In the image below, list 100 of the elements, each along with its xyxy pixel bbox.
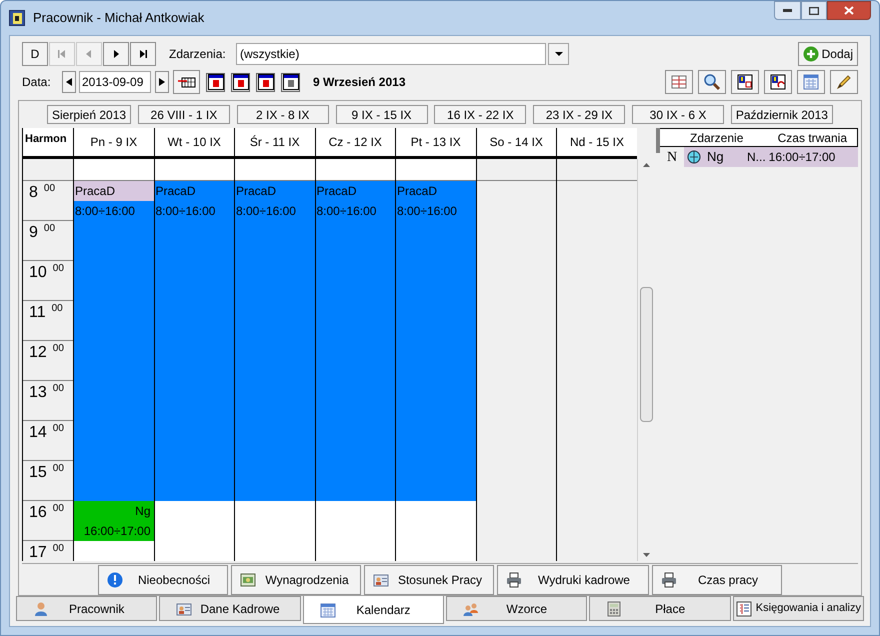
minimize-button[interactable]	[774, 1, 801, 20]
period-button[interactable]: 16 IX - 22 IX	[434, 105, 526, 124]
event-title: PracaD	[235, 183, 278, 200]
event-time: 8:00÷16:00	[396, 203, 458, 220]
column-header: Cz - 12 IX	[316, 128, 396, 156]
calendar-view-button[interactable]	[281, 72, 300, 92]
printer-icon	[661, 572, 677, 588]
calendar-view-button[interactable]	[206, 72, 225, 92]
work-event[interactable]: PracaD 8:00÷16:00	[396, 181, 476, 501]
events-filter-label: Zdarzenia:	[169, 46, 227, 63]
event-time: 8:00÷16:00	[154, 203, 216, 220]
navigation-button[interactable]	[103, 42, 129, 66]
column-header: Czas trwania	[778, 130, 848, 146]
period-button[interactable]: 23 IX - 29 IX	[533, 105, 626, 124]
close-icon	[844, 6, 854, 15]
scroll-up-icon	[642, 163, 650, 167]
navigation-button[interactable]	[130, 42, 156, 66]
event-title: PracaD	[316, 183, 358, 200]
event-time: 8:00÷16:00	[316, 203, 378, 220]
calendar-icon	[232, 74, 248, 90]
event-marker: N	[666, 148, 678, 166]
event-row[interactable]: Ng N... 16:00÷17:00	[684, 147, 858, 167]
work-event[interactable]: PracaD 8:00÷16:00	[74, 181, 154, 501]
hour-label: 10 00	[23, 261, 73, 301]
event-time: 8:00÷16:00	[235, 203, 297, 220]
close-button[interactable]	[827, 1, 871, 20]
hour-label: 11 00	[23, 301, 73, 341]
work-event[interactable]: PracaD 8:00÷16:00	[154, 181, 234, 501]
today-button[interactable]	[173, 70, 200, 94]
absence-event[interactable]: Ng 16:00÷17:00	[74, 501, 154, 541]
period-button[interactable]: Sierpień 2013	[47, 105, 132, 124]
event-type: N...	[747, 149, 766, 166]
next-day-button[interactable]	[155, 71, 169, 93]
hour-label: 8 00	[23, 181, 73, 221]
new-button[interactable]: D	[22, 42, 48, 66]
column-header: Wt - 10 IX	[154, 128, 235, 156]
toolbar-button[interactable]	[764, 70, 792, 94]
maximize-icon	[809, 6, 819, 14]
search-icon	[703, 73, 721, 91]
last-icon	[137, 48, 149, 60]
window-title: Pracownik - Michał Antkowiak	[33, 9, 204, 28]
hour-label: 17 00	[23, 541, 73, 561]
next-icon	[159, 78, 165, 86]
calendar-refresh-icon	[769, 73, 787, 91]
tab[interactable]: Księgowania i analizy	[732, 596, 864, 621]
printer-icon	[506, 572, 522, 588]
action-button[interactable]: Stosunek Pracy	[364, 564, 494, 594]
action-button[interactable]: Czas pracy	[652, 564, 782, 594]
period-button[interactable]: 2 IX - 8 IX	[236, 105, 329, 124]
pencil-icon	[835, 73, 853, 91]
period-button[interactable]: 26 VIII - 1 IX	[138, 105, 230, 124]
maximize-button[interactable]	[801, 1, 827, 20]
previous-icon	[66, 78, 72, 86]
tab[interactable]: Wzorce	[446, 596, 588, 621]
calendar-alert-icon	[736, 73, 754, 91]
period-button[interactable]: 30 IX - 6 X	[632, 105, 724, 124]
scrollbar-thumb[interactable]	[640, 287, 652, 422]
date-field[interactable]: 2013-09-09	[79, 71, 151, 93]
action-button[interactable]: Nieobecności	[98, 564, 228, 594]
clock-icon	[687, 150, 701, 164]
work-event[interactable]: PracaD 8:00÷16:00	[316, 181, 395, 501]
calendar-arrow-icon	[178, 76, 196, 88]
column-header: Pn - 9 IX	[74, 128, 154, 156]
hour-label: 9 00	[23, 221, 73, 261]
event-title: PracaD	[74, 181, 154, 201]
column-header: Pt - 13 IX	[396, 128, 476, 156]
id-card-icon	[373, 572, 389, 588]
hour-label: 16 00	[23, 501, 73, 541]
date-label: Data:	[22, 74, 52, 91]
toolbar-button[interactable]	[698, 70, 726, 94]
previous-day-button[interactable]	[62, 71, 76, 93]
event-title: PracaD	[154, 183, 197, 200]
period-button[interactable]: 9 IX - 15 IX	[336, 105, 428, 124]
period-button[interactable]: Październik 2013	[730, 105, 833, 124]
plus-icon	[802, 46, 819, 62]
column-header: Zdarzenie	[690, 130, 744, 146]
people-icon	[463, 600, 480, 616]
column-header: Śr - 11 IX	[235, 128, 316, 156]
calendar-view-button[interactable]	[256, 72, 275, 92]
tab[interactable]: Płace	[589, 596, 731, 621]
tab[interactable]: Dane Kadrowe	[159, 596, 301, 621]
work-event[interactable]: PracaD 8:00÷16:00	[235, 181, 314, 501]
hour-label: 15 00	[23, 461, 73, 501]
calendar-view-button[interactable]	[231, 72, 250, 92]
column-header: Harmon	[23, 128, 74, 156]
action-button[interactable]: Wynagrodzenia	[231, 564, 361, 594]
tab[interactable]: Kalendarz	[302, 596, 444, 624]
minimize-icon	[783, 9, 792, 12]
event-time: 16:00÷17:00	[82, 523, 152, 540]
toolbar-button[interactable]	[731, 70, 759, 94]
add-button[interactable]: Dodaj	[798, 42, 858, 66]
calculator-icon	[606, 600, 622, 616]
column-header: Nd - 15 IX	[568, 134, 626, 151]
action-button[interactable]: Wydruki kadrowe	[497, 564, 649, 594]
calendar-icon	[320, 602, 336, 618]
column-header: So - 14 IX	[476, 128, 557, 156]
event-duration: 16:00÷17:00	[768, 149, 836, 166]
tab[interactable]: Pracownik	[16, 596, 158, 621]
calendar-icon	[258, 74, 274, 90]
calendar-icon	[208, 74, 224, 90]
